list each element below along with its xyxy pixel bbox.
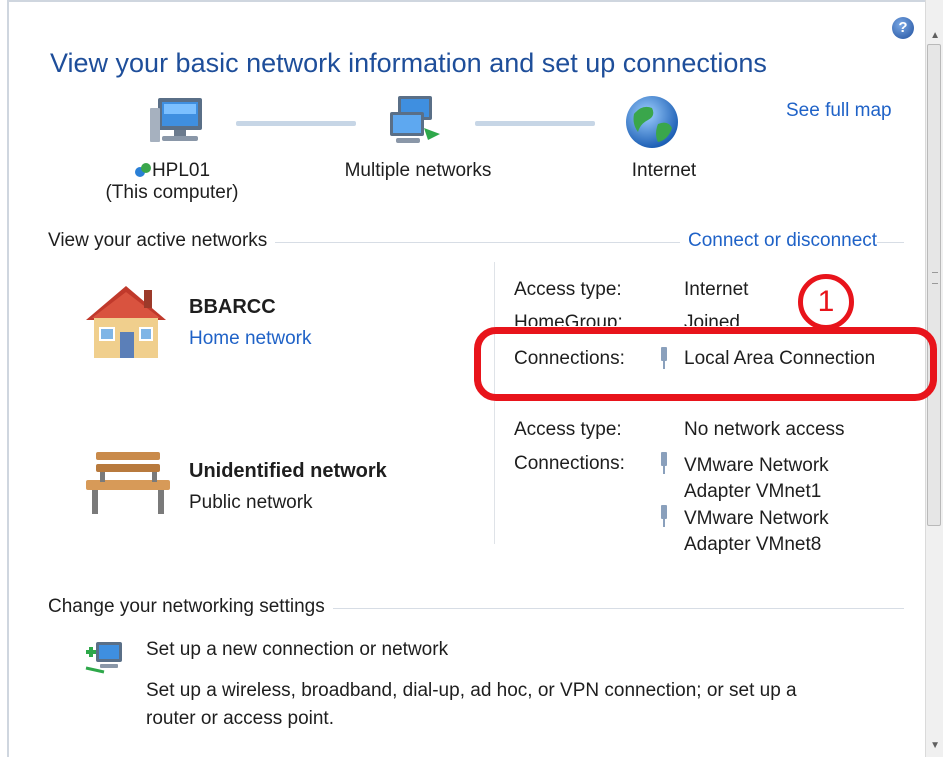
vmnet8-line1[interactable]: VMware Network [684,508,829,529]
connect-or-disconnect-link[interactable]: Connect or disconnect [680,230,878,252]
map-connector-line [236,121,356,126]
network-column-separator [494,262,495,544]
see-full-map-link[interactable]: See full map [786,100,892,122]
vmnet8-line2[interactable]: Adapter VMnet8 [684,534,821,555]
set-up-description: Set up a wireless, broadband, dial-up, a… [146,677,797,733]
home-network-icon [86,286,166,358]
scroll-grip-icon [932,272,938,284]
computer-network-icon [134,162,152,178]
map-connector-line [475,121,595,126]
vmware-vmnet8-link[interactable]: VMware Network Adapter VMnet8 [684,506,829,558]
annotation-number-badge: 1 [798,274,854,330]
public-network-bench-icon [86,452,170,514]
network-cable-icon [661,505,667,527]
multiple-networks-label: Multiple networks [344,160,492,181]
computer-sub: (This computer) [105,182,239,203]
home-network-link[interactable]: Home network [189,328,312,350]
access-type-value-2: No network access [684,419,845,440]
new-connection-icon [85,642,122,674]
vmnet1-line2[interactable]: Adapter VMnet1 [684,481,821,502]
network-name-bbarcc: BBARCC [189,296,276,318]
homegroup-label: HomeGroup: [514,312,623,326]
scroll-up-arrow-icon[interactable]: ▲ [930,30,940,41]
set-up-new-connection-link[interactable]: Set up a new connection or network [146,639,448,661]
network-sharing-center: ? ▲ ▼ View your basic network informatio… [0,0,943,757]
network-name-unidentified: Unidentified network [189,460,387,482]
internet-label: Internet [631,160,697,181]
page-title: View your basic network information and … [50,48,767,78]
scroll-down-arrow-icon[interactable]: ▼ [930,740,940,751]
public-network-label: Public network [189,492,313,513]
network-cable-icon [661,452,667,474]
homegroup-joined-link[interactable]: Joined [684,312,740,326]
computer-name: HPL01 [151,160,211,181]
window-border-top [7,0,943,2]
scroll-thumb[interactable] [927,44,941,526]
access-type-value: Internet [684,279,749,300]
access-type-label: Access type: [514,279,622,300]
annotation-highlight-box [474,327,937,401]
vmnet1-line1[interactable]: VMware Network [684,455,829,476]
desc-line1: Set up a wireless, broadband, dial-up, a… [146,680,797,701]
desc-line2: router or access point. [146,708,334,729]
computer-label: HPL01 (This computer) [96,160,248,204]
change-settings-header: Change your networking settings [48,596,333,618]
connections-label-2: Connections: [514,453,625,474]
multiple-networks-icon [390,96,440,143]
window-border-left [7,0,9,757]
help-icon[interactable]: ? [892,17,914,39]
vmware-vmnet1-link[interactable]: VMware Network Adapter VMnet1 [684,453,829,505]
access-type-label-2: Access type: [514,419,622,440]
globe-icon [626,96,678,148]
active-networks-header: View your active networks [48,230,276,252]
computer-icon [150,98,202,142]
